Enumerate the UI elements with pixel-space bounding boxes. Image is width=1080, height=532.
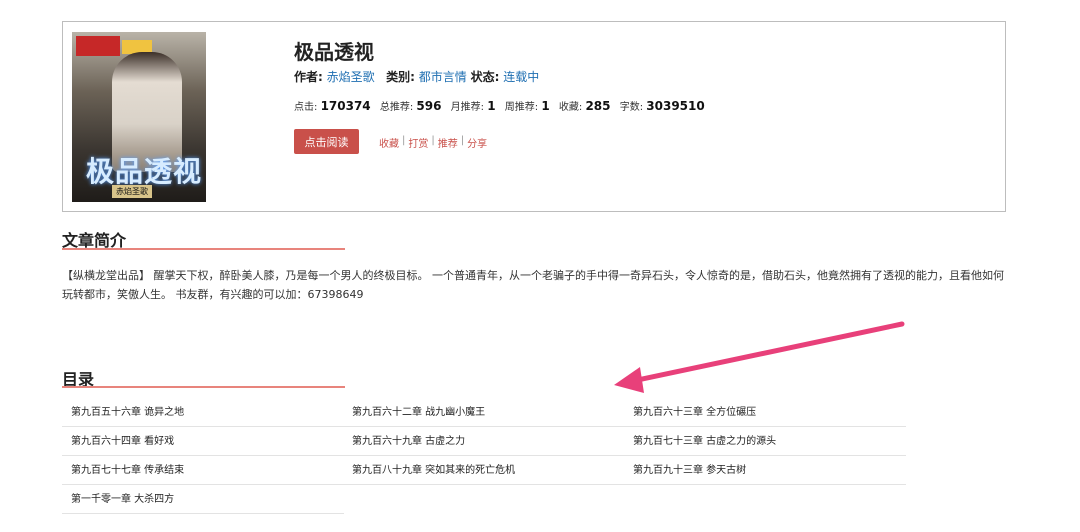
annotation-arrow-icon bbox=[614, 321, 905, 393]
chapter-link[interactable]: 第九百七十七章 传承结束 bbox=[62, 456, 344, 485]
read-button[interactable]: 点击阅读 bbox=[294, 129, 359, 154]
toc-heading-underline bbox=[62, 386, 345, 388]
intro-heading-underline bbox=[62, 248, 345, 250]
status-value: 连载中 bbox=[503, 70, 540, 84]
chapter-link[interactable]: 第一千零一章 大杀四方 bbox=[62, 485, 344, 514]
chapter-link[interactable]: 第九百五十六章 诡异之地 bbox=[62, 398, 344, 427]
total-rec-label: 总推荐: bbox=[379, 102, 414, 113]
words-label: 字数: bbox=[619, 102, 644, 113]
total-rec-value: 596 bbox=[416, 99, 442, 113]
clicks-label: 点击: bbox=[294, 102, 318, 113]
clicks-value: 170374 bbox=[320, 99, 371, 113]
book-meta: 作者: 赤焰圣歌 类别: 都市言情 状态: 连载中 bbox=[294, 68, 539, 85]
words-value: 3039510 bbox=[646, 99, 705, 113]
chapter-link[interactable]: 第九百六十九章 古虚之力 bbox=[343, 427, 625, 456]
share-link[interactable]: 分享 bbox=[467, 135, 487, 150]
recommend-link[interactable]: 推荐 bbox=[438, 135, 458, 150]
favorite-link[interactable]: 收藏 bbox=[379, 135, 399, 150]
favorites-label: 收藏: bbox=[558, 102, 583, 113]
cover-title-art: 极品透视 bbox=[86, 155, 203, 188]
author-link[interactable]: 赤焰圣歌 bbox=[327, 70, 375, 84]
book-actions: 收藏 | 打赏 | 推荐 | 分享 bbox=[379, 135, 487, 150]
month-rec-label: 月推荐: bbox=[450, 102, 485, 113]
cover-author-art: 赤焰圣歌 bbox=[112, 185, 152, 198]
favorites-value: 285 bbox=[585, 99, 611, 113]
book-cover-image[interactable]: 极品透视 赤焰圣歌 bbox=[72, 32, 206, 202]
book-stats: 点击: 170374 总推荐: 596 月推荐: 1 周推荐: 1 收藏: 28… bbox=[294, 98, 711, 113]
chapter-link[interactable]: 第九百六十三章 全方位碾压 bbox=[624, 398, 906, 427]
week-rec-label: 周推荐: bbox=[504, 102, 539, 113]
category-label: 类别: bbox=[386, 70, 415, 84]
divider: | bbox=[460, 135, 465, 146]
intro-text: 【纵横龙堂出品】 醒掌天下权，醉卧美人膝，乃是每一个男人的终极目标。 一个普通青… bbox=[62, 269, 1004, 301]
chapter-link[interactable]: 第九百七十三章 古虚之力的源头 bbox=[624, 427, 906, 456]
author-label: 作者: bbox=[294, 70, 323, 84]
chapter-link[interactable]: 第九百八十九章 突如其来的死亡危机 bbox=[343, 456, 625, 485]
book-info-panel: 极品透视 赤焰圣歌 极品透视 作者: 赤焰圣歌 类别: 都市言情 状态: 连载中… bbox=[62, 21, 1006, 212]
status-label: 状态: bbox=[470, 70, 500, 84]
cover-badge bbox=[76, 36, 120, 56]
month-rec-value: 1 bbox=[487, 99, 496, 113]
week-rec-value: 1 bbox=[541, 99, 550, 113]
tip-link[interactable]: 打赏 bbox=[408, 135, 428, 150]
chapter-link[interactable]: 第九百六十四章 看好戏 bbox=[62, 427, 344, 456]
book-title: 极品透视 bbox=[294, 40, 374, 64]
divider: | bbox=[431, 135, 435, 146]
chapter-link[interactable]: 第九百六十二章 战九幽小魔王 bbox=[343, 398, 625, 427]
chapter-link[interactable]: 第九百九十三章 参天古树 bbox=[624, 456, 906, 485]
category-link[interactable]: 都市言情 bbox=[419, 70, 467, 84]
divider: | bbox=[402, 135, 406, 146]
